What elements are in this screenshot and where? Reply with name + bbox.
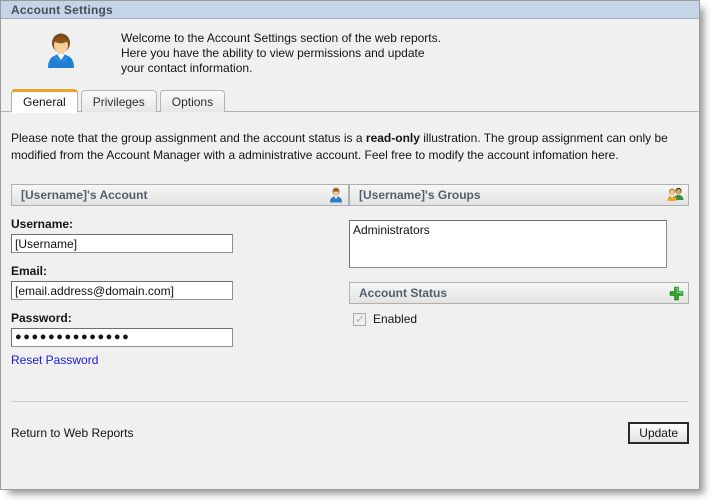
status-panel: Account Status ✓ Enabled — [349, 268, 689, 326]
welcome-line-3: your contact information. — [121, 61, 253, 75]
tab-general[interactable]: General — [11, 89, 78, 113]
groups-listbox[interactable]: Administrators — [349, 220, 667, 268]
panels-row: [Username]'s Account Username: [Username… — [1, 164, 699, 367]
email-label: Email: — [11, 264, 48, 278]
return-to-web-reports-link[interactable]: Return to Web Reports — [11, 426, 628, 440]
enabled-label: Enabled — [373, 312, 418, 326]
password-field-group: Password: ●●●●●●●●●●●●●● — [11, 300, 349, 347]
welcome-line-2: Here you have the ability to view permis… — [121, 46, 425, 60]
username-label: Username: — [11, 217, 74, 231]
enabled-checkbox-row[interactable]: ✓ Enabled — [349, 304, 689, 326]
account-panel-header: [Username]'s Account — [11, 184, 349, 206]
readonly-note: Please note that the group assignment an… — [1, 112, 699, 164]
tab-content-general: Please note that the group assignment an… — [1, 112, 699, 464]
enabled-checkbox[interactable]: ✓ — [353, 311, 366, 326]
reset-password-link[interactable]: Reset Password — [11, 353, 98, 367]
reset-password-row: Reset Password — [11, 347, 349, 367]
green-plus-icon — [669, 286, 684, 301]
window-titlebar: Account Settings — [1, 1, 699, 19]
groups-panel-header: [Username]'s Groups — [349, 184, 689, 206]
password-label: Password: — [11, 311, 72, 325]
username-field-group: Username: — [11, 206, 349, 253]
tab-options[interactable]: Options — [159, 90, 226, 112]
group-users-icon — [667, 187, 684, 203]
tab-privileges[interactable]: Privileges — [80, 90, 157, 112]
account-settings-window: Account Settings Welcome to the Account … — [0, 0, 700, 490]
update-button[interactable]: Update — [628, 422, 689, 444]
tab-bar: General Privileges Options — [1, 87, 699, 113]
footer-bar: Return to Web Reports Update — [1, 402, 699, 464]
email-input[interactable] — [11, 281, 233, 300]
tab-privileges-label: Privileges — [92, 94, 145, 109]
groups-panel-title: [Username]'s Groups — [359, 188, 481, 202]
status-panel-title: Account Status — [359, 286, 448, 300]
welcome-text: Welcome to the Account Settings section … — [121, 27, 441, 76]
window-title: Account Settings — [11, 2, 113, 17]
single-user-icon — [328, 187, 344, 203]
status-panel-header: Account Status — [349, 282, 689, 304]
email-field-group: Email: — [11, 253, 349, 300]
tab-options-label: Options — [171, 94, 214, 109]
groups-list-container: Administrators — [349, 206, 689, 268]
checkmark-icon: ✓ — [355, 311, 366, 326]
avatar-container — [1, 27, 121, 70]
list-item[interactable]: Administrators — [353, 223, 666, 238]
account-panel: [Username]'s Account Username: [Username… — [1, 184, 349, 367]
welcome-line-1: Welcome to the Account Settings section … — [121, 31, 441, 45]
right-column: [Username]'s Groups Administrators Accou… — [349, 184, 689, 367]
password-input[interactable]: ●●●●●●●●●●●●●● — [11, 328, 233, 347]
account-panel-title: [Username]'s Account — [21, 188, 148, 202]
user-avatar-icon — [41, 30, 81, 70]
welcome-section: Welcome to the Account Settings section … — [1, 19, 699, 87]
username-input[interactable] — [11, 234, 233, 253]
note-emphasis: read-only — [365, 131, 420, 145]
note-part-1: Please note that the group assignment an… — [11, 131, 366, 145]
tab-general-label: General — [23, 95, 66, 109]
